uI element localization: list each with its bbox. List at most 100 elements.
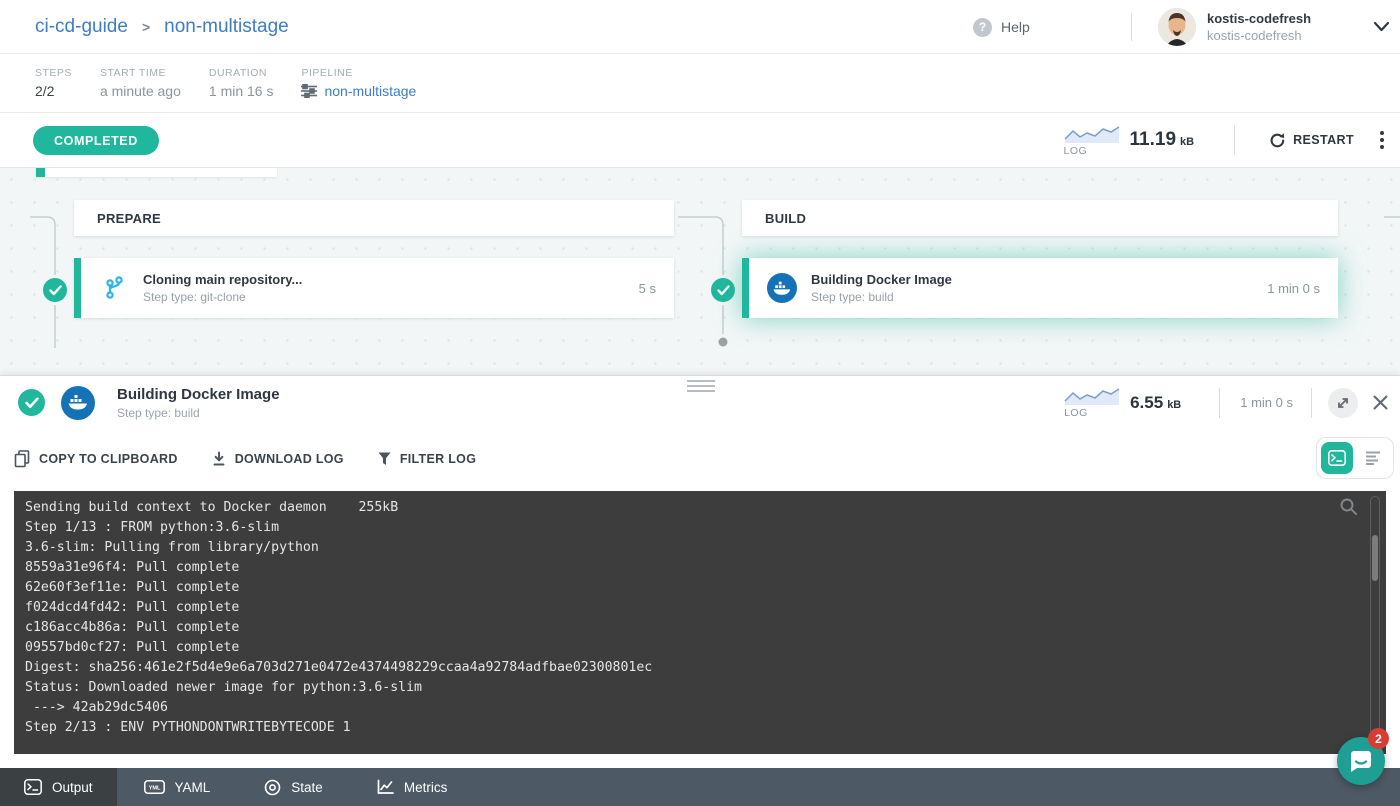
duration-value: 1 min 16 s [209,83,274,99]
terminal-scrollbar[interactable] [1370,496,1380,744]
log-size-value: 11.19 [1130,129,1177,151]
git-clone-icon [97,276,131,300]
console-line: 3.6-slim: Pulling from library/python [25,538,1356,558]
console-line: Step 1/13 : FROM python:3.6-slim [25,518,1356,538]
console-line: 8559a31e96f4: Pull complete [25,558,1356,578]
tab-metrics[interactable]: Metrics [350,768,475,806]
terminal-scrollbar-thumb[interactable] [1372,535,1378,581]
step-duration: 5 s [639,281,656,296]
filter-icon [378,452,391,466]
tab-label: Output [52,780,93,795]
terminal-view-button[interactable] [1321,442,1353,474]
help-button[interactable]: ? Help [973,0,1030,54]
chat-icon [1348,748,1374,774]
step-card-build[interactable]: Building Docker Image Step type: build 1… [742,258,1338,318]
tab-output[interactable]: Output [0,768,117,806]
tab-label: Metrics [404,780,448,795]
divider [1234,125,1235,155]
console-line: Step 2/13 : ENV PYTHONDONTWRITEBYTECODE … [25,718,1356,738]
step-card-git-clone[interactable]: Cloning main repository... Step type: gi… [74,258,674,318]
summary-start-time: START TIME a minute ago [100,67,181,99]
pipeline-link[interactable]: non-multistage [301,83,416,99]
kebab-menu-icon[interactable] [1376,127,1388,153]
log-label: LOG [1064,407,1088,419]
panel-step-type: Step type: build [117,406,280,420]
filter-log-button[interactable]: FILTER LOG [378,452,476,466]
user-menu[interactable]: kostis-codefresh kostis-codefresh [1158,8,1311,46]
download-icon [212,451,226,467]
summary-pipeline: PIPELINE non-multistage [301,67,416,99]
close-panel-button[interactable] [1368,391,1392,415]
step-success-check-icon [18,389,45,416]
restart-icon [1269,132,1286,149]
steps-label: STEPS [35,67,72,79]
log-sparkline-block: LOG [1064,124,1120,157]
user-account: kostis-codefresh [1207,28,1311,43]
build-summary-bar: STEPS 2/2 START TIME a minute ago DURATI… [0,54,1400,113]
stage-header-prepare: PREPARE [74,200,674,236]
log-size-unit: kB [1180,136,1194,148]
user-names: kostis-codefresh kostis-codefresh [1207,11,1311,43]
log-sparkline [1064,124,1120,144]
chat-unread-badge: 2 [1368,728,1389,749]
scrolled-step-card-remnant [36,168,277,177]
restart-button[interactable]: RESTART [1269,132,1354,149]
download-label: DOWNLOAD LOG [235,452,344,466]
breadcrumb: ci-cd-guide > non-multistage [35,0,289,54]
panel-step-duration: 1 min 0 s [1240,395,1293,410]
start-time-label: START TIME [100,67,181,79]
filter-label: FILTER LOG [400,452,476,466]
chat-widget-button[interactable]: 2 [1337,737,1385,785]
start-time-value: a minute ago [100,83,181,99]
metrics-tab-icon [377,779,394,795]
copy-to-clipboard-button[interactable]: COPY TO CLIPBOARD [14,450,178,468]
status-bar-right: LOG 11.19 kB RESTART [1064,113,1400,167]
user-name: kostis-codefresh [1207,11,1311,26]
panel-step-title: Building Docker Image [117,386,280,403]
console-line: f024dcd4fd42: Pull complete [25,598,1356,618]
list-view-icon [1365,450,1381,466]
terminal-view-icon [1328,450,1346,466]
duration-label: DURATION [209,67,274,79]
list-view-button[interactable] [1357,442,1389,474]
log-size: 11.19 kB [1130,129,1195,151]
yaml-tab-icon: YML [144,779,165,795]
log-terminal: Sending build context to Docker daemon 2… [14,491,1386,754]
step-detail-panel: Building Docker Image Step type: build L… [0,375,1400,806]
tab-label: State [291,780,323,795]
expand-panel-button[interactable] [1328,388,1358,418]
breadcrumb-project-link[interactable]: ci-cd-guide [35,16,128,38]
download-log-button[interactable]: DOWNLOAD LOG [212,451,344,467]
output-tab-icon [24,779,42,795]
step-title: Cloning main repository... [143,272,302,287]
breadcrumb-page-link[interactable]: non-multistage [164,16,289,38]
copy-icon [14,450,30,468]
panel-header: Building Docker Image Step type: build L… [0,376,1400,429]
log-size: 6.55 kB [1130,393,1181,413]
bottom-tab-bar: Output YML YAML State Metrics [0,768,1400,806]
step-type: Step type: build [811,290,952,304]
help-icon: ? [973,18,992,37]
log-sparkline-block: LOG [1064,386,1120,419]
log-toolbar: COPY TO CLIPBOARD DOWNLOAD LOG FILTER LO… [0,429,1400,489]
log-sparkline [1064,386,1120,406]
divider [1219,388,1220,418]
step-duration: 1 min 0 s [1267,281,1320,296]
step-success-check-icon [43,278,67,302]
svg-text:YML: YML [148,786,160,792]
chevron-down-icon[interactable] [1372,17,1391,41]
console-line: c186acc4b86a: Pull complete [25,618,1356,638]
steps-value: 2/2 [35,83,72,99]
pipeline-value: non-multistage [324,83,416,99]
summary-steps: STEPS 2/2 [35,67,72,99]
docker-build-icon [61,386,95,420]
tab-state[interactable]: State [237,768,350,806]
tab-yaml[interactable]: YML YAML [117,768,238,806]
search-icon[interactable] [1339,497,1358,521]
status-bar: COMPLETED LOG 11.19 kB RESTART [0,113,1400,168]
console-line: Digest: sha256:461e2f5d4e9e6a703d271e047… [25,658,1356,678]
top-bar: ci-cd-guide > non-multistage ? Help kost… [0,0,1400,54]
console-line: ---> 42ab29dc5406 [25,698,1356,718]
codefresh-build-page: ci-cd-guide > non-multistage ? Help kost… [0,0,1400,806]
console-line: 62e60f3ef11e: Pull complete [25,578,1356,598]
